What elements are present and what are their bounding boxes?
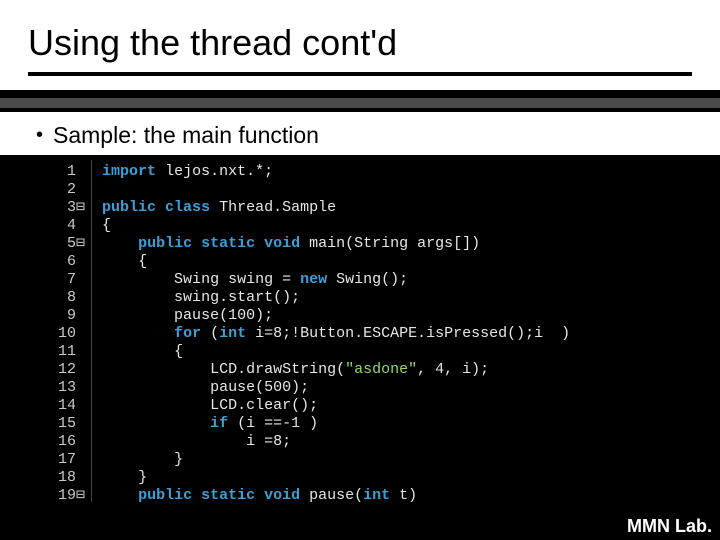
code-line: public static void main(String args[]) [102, 235, 570, 253]
gutter-line-number: 5⊟ [58, 235, 85, 253]
gutter-line-number: 3⊟ [58, 199, 85, 217]
title-divider [0, 98, 720, 108]
footer-lab: MMN Lab. [627, 516, 712, 537]
gutter-line-number: 10 [58, 325, 85, 343]
gutter-line-number: 6 [58, 253, 85, 271]
code-line: public static void pause(int t) [102, 487, 570, 502]
gutter-line-number: 17 [58, 451, 85, 469]
code-line: import lejos.nxt.*; [102, 163, 570, 181]
body-area: • Sample: the main function [0, 112, 720, 155]
code-block: 1 2 3⊟ 4 5⊟ 6 7 8 9 10 11 12 13 14 15 16… [48, 160, 688, 502]
code-line: pause(500); [102, 379, 570, 397]
slide-title: Using the thread cont'd [28, 22, 692, 76]
gutter-line-number: 12 [58, 361, 85, 379]
code-line: { [102, 253, 570, 271]
code-line: pause(100); [102, 307, 570, 325]
code-line: public class Thread.Sample [102, 199, 570, 217]
gutter-line-number: 11 [58, 343, 85, 361]
gutter-line-number: 2 [58, 181, 85, 199]
gutter-line-number: 18 [58, 469, 85, 487]
code-gutter: 1 2 3⊟ 4 5⊟ 6 7 8 9 10 11 12 13 14 15 16… [48, 160, 92, 502]
gutter-line-number: 8 [58, 289, 85, 307]
bullet-text: Sample: the main function [53, 122, 319, 149]
gutter-line-number: 15 [58, 415, 85, 433]
bullet-marker: • [36, 124, 43, 147]
gutter-line-number: 7 [58, 271, 85, 289]
code-line: { [102, 343, 570, 361]
code-line [102, 181, 570, 199]
gutter-line-number: 14 [58, 397, 85, 415]
gutter-line-number: 19⊟ [58, 487, 85, 502]
code-line: i =8; [102, 433, 570, 451]
bullet-line: • Sample: the main function [36, 122, 692, 149]
code-line: if (i ==-1 ) [102, 415, 570, 433]
code-line: Swing swing = new Swing(); [102, 271, 570, 289]
code-line: swing.start(); [102, 289, 570, 307]
gutter-line-number: 13 [58, 379, 85, 397]
code-line: { [102, 217, 570, 235]
code-line: for (int i=8;!Button.ESCAPE.isPressed();… [102, 325, 570, 343]
gutter-line-number: 4 [58, 217, 85, 235]
code-line: } [102, 451, 570, 469]
code-line: LCD.drawString("asdone", 4, i); [102, 361, 570, 379]
slide-header: Using the thread cont'd [0, 0, 720, 90]
gutter-line-number: 1 [58, 163, 85, 181]
code-line: } [102, 469, 570, 487]
code-lines: import lejos.nxt.*; public class Thread.S… [92, 160, 570, 502]
gutter-line-number: 16 [58, 433, 85, 451]
code-line: LCD.clear(); [102, 397, 570, 415]
gutter-line-number: 9 [58, 307, 85, 325]
